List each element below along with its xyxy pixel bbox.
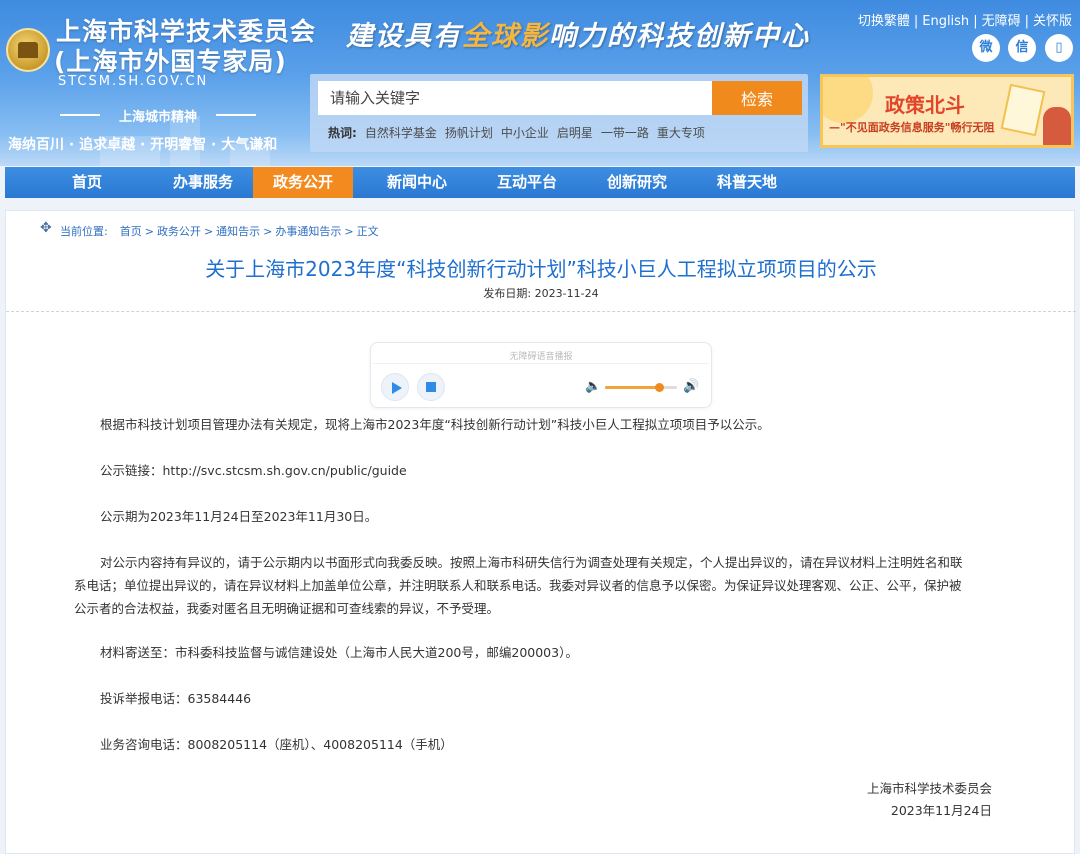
- hand-illustration-icon: [1043, 107, 1071, 145]
- nav-item-services[interactable]: 办事服务: [153, 167, 253, 198]
- hot-word[interactable]: 启明星: [557, 126, 593, 140]
- motto-part: 建设具有: [346, 21, 462, 52]
- breadcrumb-notices[interactable]: 通知告示: [216, 225, 260, 238]
- link-english[interactable]: English: [922, 14, 969, 29]
- article-title: 关于上海市2023年度“科技创新行动计划”科技小巨人工程拟立项项目的公示: [205, 257, 877, 281]
- nav-item-innovation-research[interactable]: 创新研究: [589, 167, 685, 198]
- hot-word[interactable]: 扬帆计划: [445, 126, 493, 140]
- hot-word[interactable]: 自然科学基金: [365, 126, 437, 140]
- volume-fill: [605, 386, 659, 389]
- motto-part: 响力的科技创新中心: [549, 21, 810, 52]
- hot-words-label: 热词:: [328, 126, 357, 140]
- stop-button[interactable]: [417, 373, 445, 401]
- search-input[interactable]: [318, 81, 712, 115]
- breadcrumb-home[interactable]: 首页: [120, 225, 142, 238]
- document-illustration-icon: [1000, 83, 1046, 137]
- nav-item-open-government[interactable]: 政务公开: [253, 167, 353, 198]
- main-nav: 首页 办事服务 政务公开 新闻中心 互动平台 创新研究 科普天地: [5, 167, 1075, 198]
- hot-words: 热词: 自然科学基金 扬帆计划 中小企业 启明星 一带一路 重大专项: [328, 124, 713, 141]
- nav-item-interaction[interactable]: 互动平台: [479, 167, 575, 198]
- government-emblem-logo[interactable]: [6, 28, 50, 72]
- paragraph: 投诉举报电话：63584446: [100, 691, 252, 706]
- policy-beidou-banner[interactable]: 政策北斗 —"不见面政务信息服务"畅行无阻: [820, 74, 1074, 148]
- sun-decoration: [823, 77, 873, 123]
- banner-title: 政策北斗: [885, 93, 965, 117]
- link-care-version[interactable]: 关怀版: [1033, 14, 1072, 29]
- divider: [373, 363, 709, 364]
- signature-org: 上海市科学技术委员会: [866, 781, 992, 796]
- link-traditional-chinese[interactable]: 切换繁體: [858, 14, 910, 29]
- breadcrumb-open-government[interactable]: 政务公开: [157, 225, 201, 238]
- paragraph: 根据市科技计划项目管理办法有关规定，现将上海市2023年度“科技创新行动计划”科…: [100, 417, 770, 432]
- mobile-icon[interactable]: ▯: [1045, 34, 1073, 62]
- org-name-alt[interactable]: (上海市外国专家局): [54, 42, 287, 78]
- nav-item-science-popularization[interactable]: 科普天地: [699, 167, 795, 198]
- volume-handle[interactable]: [655, 383, 664, 392]
- divider: [6, 311, 1076, 312]
- link-accessibility[interactable]: 无障碍: [982, 14, 1021, 29]
- volume-high-icon: 🔊: [683, 379, 700, 394]
- paragraph: 公示链接：http://svc.stcsm.sh.gov.cn/public/g…: [100, 463, 407, 478]
- breadcrumb-label: 当前位置:: [60, 225, 108, 238]
- site-domain: STCSM.SH.GOV.CN: [58, 74, 209, 89]
- article-card: ✥ 当前位置: 首页 > 政务公开 > 通知告示 > 办事通知告示 > 正文 关于上海市2023年…: [5, 210, 1076, 854]
- paragraph: 业务咨询电话：8008205114（座机）、4008205114（手机）: [100, 737, 453, 752]
- audio-reader-player: 无障碍语音播报 🔈 🔊: [370, 342, 712, 408]
- chevron-right-icon: >: [344, 225, 354, 238]
- wechat-icon[interactable]: 信: [1008, 34, 1036, 62]
- search-button[interactable]: 检索: [712, 81, 802, 115]
- signature-date: 2023年11月24日: [890, 803, 992, 818]
- breadcrumb: ✥ 当前位置: 首页 > 政务公开 > 通知告示 > 办事通知告示 > 正文: [40, 221, 379, 239]
- banner-subtitle: —"不见面政务信息服务"畅行无阻: [829, 121, 995, 134]
- paragraph: 对公示内容持有异议的，请于公示期内以书面形式向我委反映。按照上海市科研失信行为调…: [74, 555, 963, 616]
- volume-low-icon: 🔈: [585, 379, 602, 394]
- play-button[interactable]: [381, 373, 409, 401]
- breadcrumb-service-notices[interactable]: 办事通知告示: [275, 225, 341, 238]
- publish-date-value: 2023-11-24: [534, 287, 599, 300]
- nav-item-home[interactable]: 首页: [45, 167, 129, 198]
- nav-item-news[interactable]: 新闻中心: [369, 167, 465, 198]
- search-panel: 检索 热词: 自然科学基金扬帆计划中小企业启明星一带一路重大专项: [310, 74, 808, 152]
- city-spirit-label: 上海城市精神: [60, 106, 256, 125]
- location-crosshair-icon: ✥: [40, 220, 52, 236]
- publish-date: 发布日期: 2023-11-24: [6, 285, 1076, 301]
- hot-word[interactable]: 重大专项: [657, 126, 705, 140]
- breadcrumb-current: 正文: [356, 225, 379, 238]
- chevron-right-icon: >: [263, 225, 273, 238]
- top-links: 切换繁體 | English | 无障碍 | 关怀版: [857, 14, 1072, 29]
- site-header: 上海市科学技术委员会 (上海市外国专家局) STCSM.SH.GOV.CN 上海…: [0, 0, 1080, 166]
- site-motto: 建设具有全球影响力的科技创新中心: [346, 14, 810, 53]
- chevron-right-icon: >: [203, 225, 214, 238]
- publish-date-label: 发布日期:: [483, 287, 532, 300]
- player-title: 无障碍语音播报: [509, 352, 573, 362]
- volume-slider[interactable]: [605, 383, 677, 392]
- hot-word[interactable]: 中小企业: [501, 126, 549, 140]
- motto-highlight: 全球影: [462, 21, 549, 52]
- city-spirit-text: 海纳百川 · 追求卓越 · 开明睿智 · 大气谦和: [8, 137, 278, 153]
- paragraph: 材料寄送至：市科委科技监督与诚信建设处（上海市人民大道200号，邮编200003…: [100, 645, 578, 660]
- paragraph: 公示期为2023年11月24日至2023年11月30日。: [100, 509, 378, 524]
- chevron-right-icon: >: [144, 225, 154, 238]
- hot-word[interactable]: 一带一路: [601, 126, 649, 140]
- weibo-icon[interactable]: 微: [972, 34, 1000, 62]
